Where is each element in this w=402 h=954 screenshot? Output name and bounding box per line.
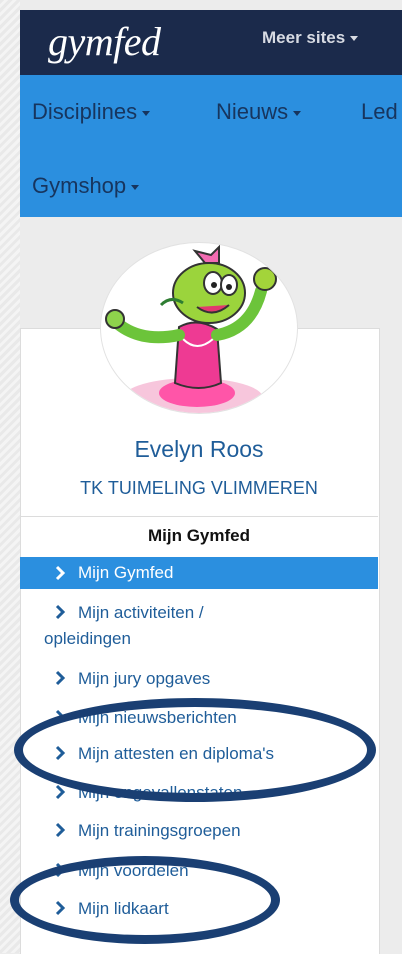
menu-item-label: Mijn activiteiten / <box>78 603 204 622</box>
chevron-right-icon <box>55 565 66 581</box>
chevron-down-icon <box>131 184 140 190</box>
menu-item-label: Mijn jury opgaves <box>78 669 211 688</box>
menu-title: Mijn Gymfed <box>147 526 250 545</box>
menu-item-activiteiten[interactable]: Mijn activiteiten / opleidingen <box>20 600 378 652</box>
nav-gymshop-label: Gymshop <box>32 173 127 198</box>
chevron-right-icon <box>55 670 66 686</box>
left-page-edge <box>0 0 20 953</box>
chevron-down-icon <box>142 110 151 116</box>
chevron-down-icon <box>293 110 302 116</box>
top-header: gymfed Meer sites <box>20 10 402 75</box>
meer-sites-dropdown[interactable]: Meer sites <box>262 28 359 48</box>
nav-gymshop[interactable]: Gymshop <box>32 173 140 199</box>
divider <box>20 516 378 517</box>
chevron-right-icon <box>55 604 66 620</box>
chevron-right-icon <box>55 822 66 838</box>
menu-item-mijn-gymfed[interactable]: Mijn Gymfed <box>20 557 378 589</box>
profile-club[interactable]: TK TUIMELING VLIMMEREN <box>20 478 378 499</box>
avatar <box>100 242 298 414</box>
menu-item-label: Mijn Gymfed <box>78 563 174 582</box>
nav-disciplines-label: Disciplines <box>32 99 138 124</box>
chevron-down-icon <box>350 36 359 42</box>
menu-item-label-line2: opleidingen <box>44 629 131 648</box>
nav-nieuws[interactable]: Nieuws <box>216 99 302 125</box>
nav-leden-label: Led <box>361 99 398 124</box>
gymfed-logo[interactable]: gymfed <box>48 18 161 65</box>
annotation-oval-attesten <box>14 698 376 802</box>
meer-sites-label: Meer sites <box>262 28 346 47</box>
main-nav: Disciplines Nieuws Led Gymshop <box>20 75 402 217</box>
nav-leden[interactable]: Led <box>361 99 398 125</box>
turtle-gymnast-icon <box>105 244 277 413</box>
nav-disciplines[interactable]: Disciplines <box>32 99 151 125</box>
menu-item-label: Mijn trainingsgroepen <box>78 821 241 840</box>
annotation-oval-lidkaart <box>10 856 280 944</box>
profile-name[interactable]: Evelyn Roos <box>20 436 378 463</box>
nav-nieuws-label: Nieuws <box>216 99 289 124</box>
